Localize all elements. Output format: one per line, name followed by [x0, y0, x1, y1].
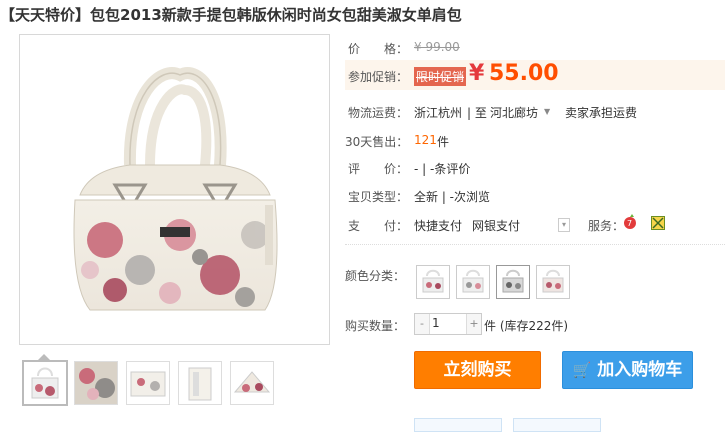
price-label: 价 格： — [348, 42, 409, 56]
chevron-down-icon[interactable]: ▼ — [544, 107, 550, 116]
payment-method-bank[interactable]: 网银支付 — [472, 217, 520, 234]
cart-icon: 🛒 — [572, 361, 592, 379]
buy-now-button[interactable]: 立刻购买 — [414, 351, 541, 389]
color-option-3[interactable] — [496, 265, 530, 299]
svg-text:7: 7 — [627, 219, 632, 228]
quantity-increase-button[interactable]: + — [466, 314, 481, 334]
sales-label: 30天售出： — [345, 135, 409, 149]
buy-now-label: 立刻购买 — [443, 360, 512, 380]
thumbnail-3[interactable] — [126, 361, 170, 405]
item-type-label: 宝贝类型： — [348, 190, 409, 204]
shipping-from: 浙江杭州 — [414, 106, 463, 120]
promo-label: 参加促销： — [348, 70, 409, 84]
thumbnail-image — [188, 367, 212, 401]
thumbnail-2[interactable] — [74, 361, 118, 405]
swatch-image — [422, 269, 444, 293]
item-type-value: 全新 | -次浏览 — [414, 190, 491, 204]
handbag-image — [73, 67, 278, 311]
color-option-4[interactable] — [536, 265, 570, 299]
color-label: 颜色分类： — [345, 269, 406, 283]
quality-guarantee-icon[interactable] — [651, 215, 665, 230]
title-text: 包包2013新款手提包韩版休闲时尚女包甜美淑女单肩包 — [90, 6, 462, 24]
main-product-image[interactable] — [19, 34, 330, 345]
thumbnail-image — [31, 367, 59, 399]
divider — [345, 244, 725, 245]
guarantee-icon-svg — [651, 216, 665, 230]
thumbnail-4[interactable] — [178, 361, 222, 405]
thumbnail-image — [233, 371, 271, 393]
thumbnail-1[interactable] — [22, 360, 68, 406]
color-option-2[interactable] — [456, 265, 490, 299]
currency-symbol: ¥ — [469, 61, 485, 86]
swatch-image — [462, 269, 484, 293]
payment-method-express[interactable]: 快捷支付 — [414, 217, 462, 234]
swatch-image — [502, 269, 524, 293]
thumbnail-image — [130, 371, 166, 397]
original-price: ¥ 99.00 — [414, 40, 460, 54]
seven-day-return-icon[interactable]: 7 — [622, 214, 638, 230]
reviews-label: 评 价： — [348, 162, 409, 176]
add-to-cart-label: 加入购物车 — [597, 360, 683, 380]
product-title: 【天天特价】包包2013新款手提包韩版休闲时尚女包甜美淑女单肩包 — [0, 4, 725, 25]
add-to-cart-button[interactable]: 🛒 加入购物车 — [562, 351, 693, 389]
service-label: 服务： — [588, 219, 625, 233]
shipping-separator: | 至 — [467, 106, 487, 120]
thumbnail-5[interactable] — [230, 361, 274, 405]
shipping-destination-select[interactable]: 河北廊坊 — [490, 104, 538, 121]
reviews-value[interactable]: - | -条评价 — [414, 160, 470, 177]
promo-tag: 限时促销 — [414, 67, 467, 86]
color-option-1[interactable] — [416, 265, 450, 299]
swatch-image — [542, 269, 564, 293]
quantity-label: 购买数量： — [345, 319, 406, 333]
shipping-note: 卖家承担运费 — [565, 106, 638, 120]
secondary-button-stub-1[interactable] — [414, 418, 502, 432]
stock-info: 件 (库存222件) — [484, 319, 569, 333]
shipping-label: 物流运费： — [348, 106, 409, 120]
quantity-decrease-button[interactable]: - — [415, 314, 430, 334]
promo-price: 55.00 — [489, 61, 559, 86]
quantity-input[interactable] — [430, 314, 468, 332]
quantity-stepper: - + — [414, 313, 482, 335]
title-tag: 【天天特价】 — [0, 6, 91, 24]
seven-day-icon-svg: 7 — [624, 214, 636, 229]
sales-unit: 件 — [437, 135, 450, 149]
sales-count: 121 — [414, 133, 437, 147]
payment-label: 支 付： — [348, 219, 409, 233]
secondary-button-stub-2[interactable] — [513, 418, 601, 432]
payment-dropdown-icon[interactable]: ▾ — [558, 218, 570, 232]
thumbnail-image — [75, 362, 117, 404]
